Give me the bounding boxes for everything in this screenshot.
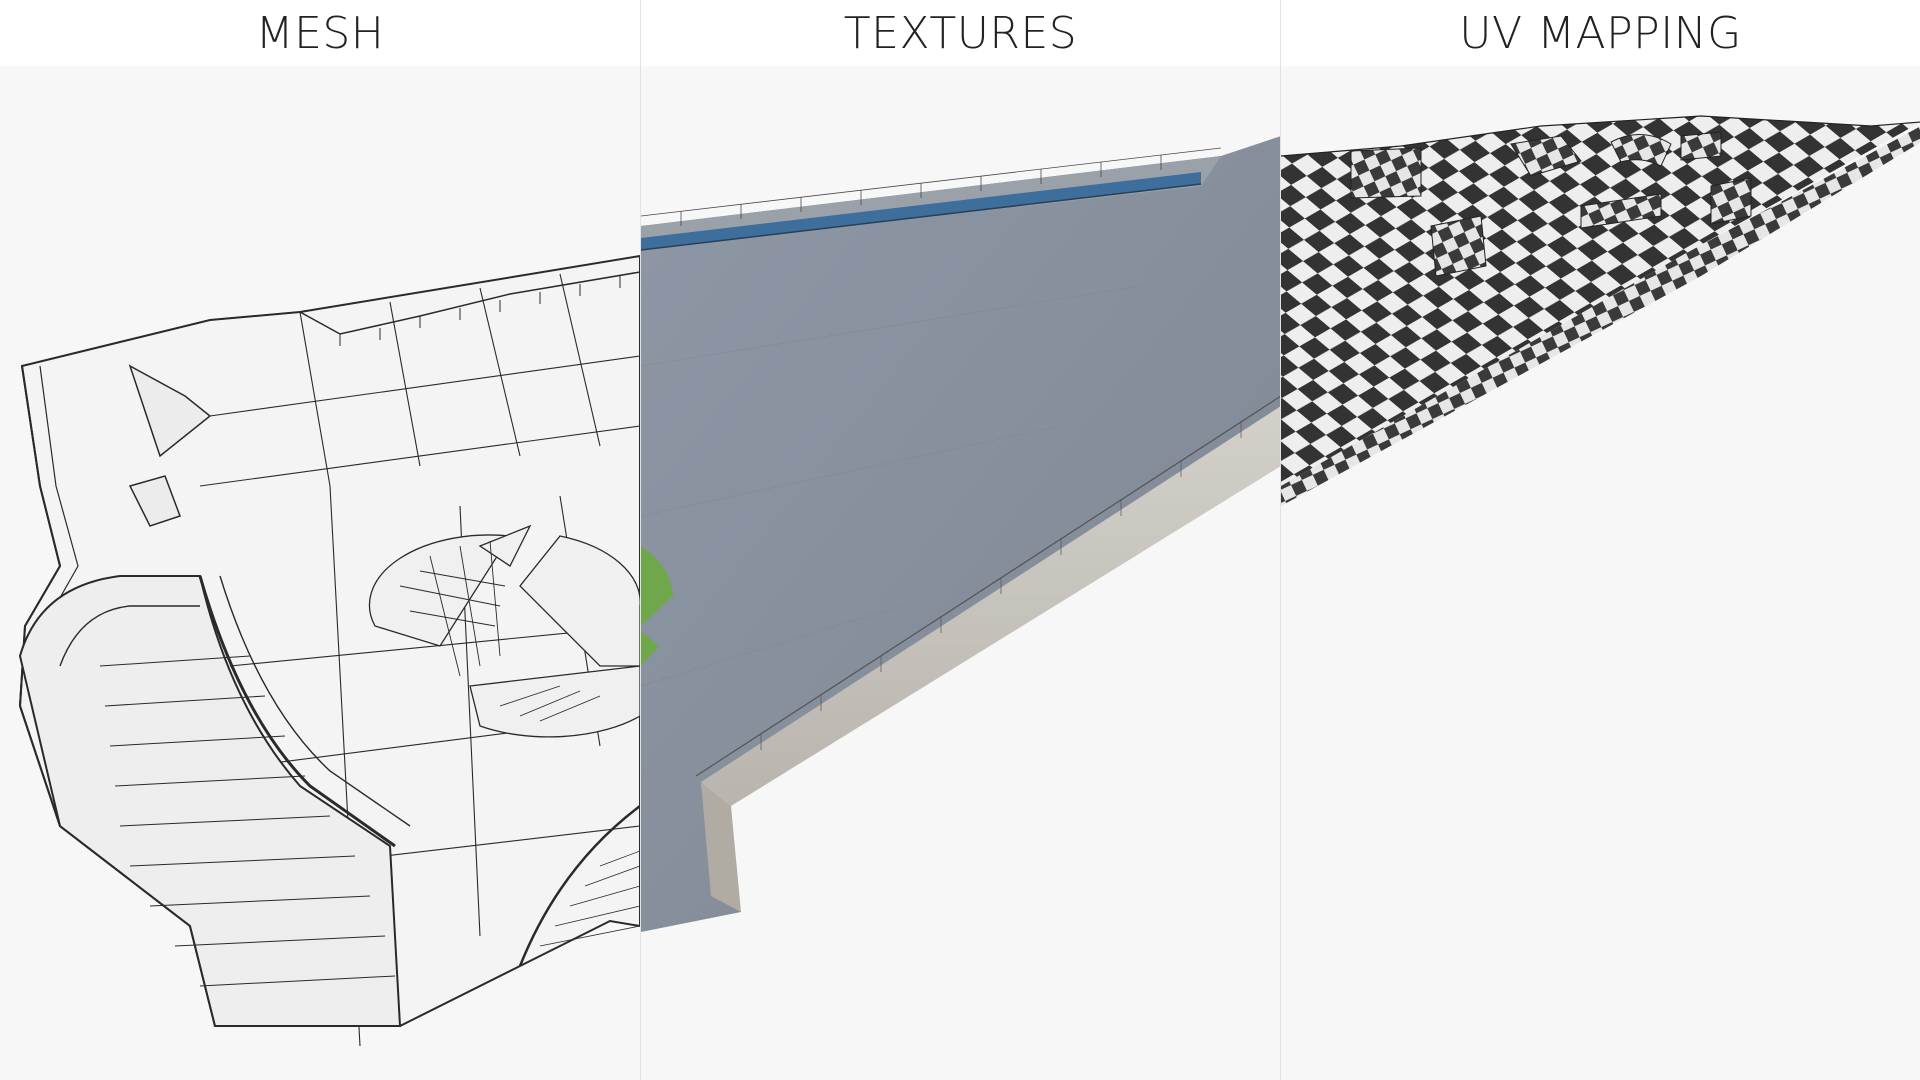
panel-title-mesh: MESH <box>255 7 385 59</box>
panel-title-textures: TEXTURES <box>843 7 1078 59</box>
mesh-render <box>18 254 640 1047</box>
panel-uv-mapping: UV MAPPING <box>1280 0 1920 1080</box>
panel-header-textures: TEXTURES <box>641 0 1280 66</box>
panel-header-uv-mapping: UV MAPPING <box>1281 0 1920 66</box>
panel-textures: TEXTURES <box>640 0 1280 1080</box>
panel-title-uv-mapping: UV MAPPING <box>1459 7 1742 59</box>
uv-render <box>1281 115 1920 506</box>
textures-render <box>641 136 1280 932</box>
uv-viewport <box>1281 66 1920 1080</box>
mesh-viewport <box>0 66 640 1080</box>
panel-header-mesh: MESH <box>0 0 640 66</box>
textures-viewport <box>641 66 1280 1080</box>
comparison-stage: MESH TEXTURES UV MAPPING <box>0 0 1920 1080</box>
panel-mesh: MESH <box>0 0 640 1080</box>
